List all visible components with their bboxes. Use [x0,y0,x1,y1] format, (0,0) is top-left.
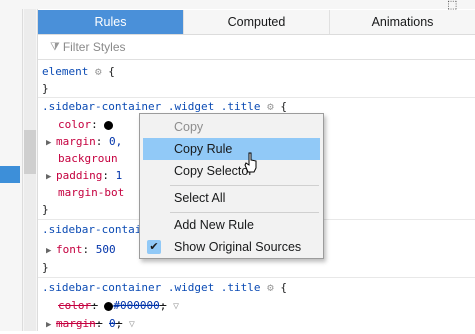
menu-item-label: Copy Rule [174,142,233,156]
declaration-color[interactable]: color: [58,116,114,133]
left-gutter [0,0,38,331]
menu-item-copy[interactable]: Copy [143,116,320,138]
menu-item-label: Copy Selector [174,164,253,178]
menu-item-select-all[interactable]: Select All [143,187,320,209]
sidebar-tabs: Rules Computed Animations [38,10,475,35]
property-name[interactable]: margin [56,135,96,148]
property-name[interactable]: margin [56,317,96,330]
rule-selector[interactable]: .sidebar-container .widget .title [42,281,261,294]
menu-item-label: Copy [174,120,204,134]
property-value[interactable]: 500 [96,243,116,256]
gear-icon[interactable]: ⚙ [95,65,102,78]
menu-separator [170,185,319,186]
property-name[interactable]: color [58,299,91,312]
declaration-margin[interactable]: ▶ margin: 0, [46,133,122,150]
declaration-padding[interactable]: ▶ padding: 1 [46,167,123,184]
property-value[interactable]: #000000 [113,299,159,312]
colon: : [91,299,98,312]
top-toolbar [0,0,475,9]
property-value[interactable]: 0 [109,317,116,330]
declaration-background[interactable]: backgroun [58,150,118,167]
declaration-font[interactable]: ▶ font: 500 [46,241,116,258]
colon: : [91,118,98,131]
close-brace: } [42,82,49,95]
rule-selector[interactable]: .sidebar-contai [42,223,141,236]
splitter[interactable] [22,0,23,331]
open-brace: { [280,100,288,113]
mouse-pointer-icon [244,152,257,173]
context-menu: Copy Copy Rule Copy Selector Select All … [139,113,324,259]
menu-separator [170,212,319,213]
menu-item-label: Add New Rule [174,218,254,232]
tab-computed[interactable]: Computed [183,10,329,34]
filter-styles-input[interactable] [62,40,363,54]
property-name[interactable]: font [56,243,83,256]
close-brace: } [42,203,49,216]
semicolon: ; [159,299,167,312]
funnel-icon[interactable]: ▽ [129,319,135,330]
twisty-icon[interactable]: ▶ [46,317,56,334]
twisty-icon[interactable]: ▶ [46,135,56,152]
gear-icon[interactable]: ⚙ [267,100,274,113]
selected-node-marker [0,166,20,183]
rule-close: } [42,201,49,218]
color-swatch-icon[interactable] [104,120,114,130]
rule-2-header: .sidebar-contai [42,221,141,238]
menu-item-copy-rule[interactable]: Copy Rule [143,138,320,160]
rule-selector[interactable]: .sidebar-container .widget .title [42,100,261,113]
property-name[interactable]: backgroun [58,152,118,165]
scrollbar-thumb[interactable] [24,130,36,174]
menu-item-label: Select All [174,191,226,205]
rule-close: } [42,259,49,276]
semicolon: ; [115,317,123,330]
rule-element-header: element ⚙ { [42,63,115,80]
filter-icon: ⧩ [50,40,60,53]
rule-selector[interactable]: element [42,65,88,78]
twisty-icon[interactable]: ▶ [46,169,56,186]
property-value[interactable]: 1 [116,169,123,182]
tab-animations[interactable]: Animations [329,10,475,34]
open-brace: { [108,65,115,78]
colon: : [95,135,103,148]
colon: : [82,243,90,256]
property-name[interactable]: padding [56,169,102,182]
menu-item-add-new-rule[interactable]: Add New Rule [143,214,320,236]
property-name[interactable]: color [58,118,91,131]
declaration-margin-overridden[interactable]: ▶ margin: 0; ▽ [46,315,135,332]
twisty-icon[interactable]: ▶ [46,243,56,260]
tab-rules[interactable]: Rules [38,10,183,34]
rule-3-header: .sidebar-container .widget .title ⚙ { [42,279,287,296]
checkmark-icon: ✔ [147,240,161,254]
rule-close: } [42,80,49,97]
colon: : [95,317,103,330]
declaration-margin-bottom[interactable]: margin-bot [58,184,124,201]
close-brace: } [42,261,49,274]
declaration-color-overridden[interactable]: color: #000000; ▽ [58,297,179,314]
property-name[interactable]: margin-bot [58,186,124,199]
open-brace: { [280,281,288,294]
colon: : [102,169,109,182]
menu-item-copy-selector[interactable]: Copy Selector [143,160,320,182]
rule-divider [38,277,475,278]
property-value[interactable]: 0, [109,135,122,148]
menu-item-label: Show Original Sources [174,240,302,254]
gear-icon[interactable]: ⚙ [267,281,274,294]
menu-item-show-original-sources[interactable]: ✔ Show Original Sources [143,236,320,258]
filter-bar: ⧩ [38,35,475,60]
funnel-icon[interactable]: ▽ [173,301,179,312]
